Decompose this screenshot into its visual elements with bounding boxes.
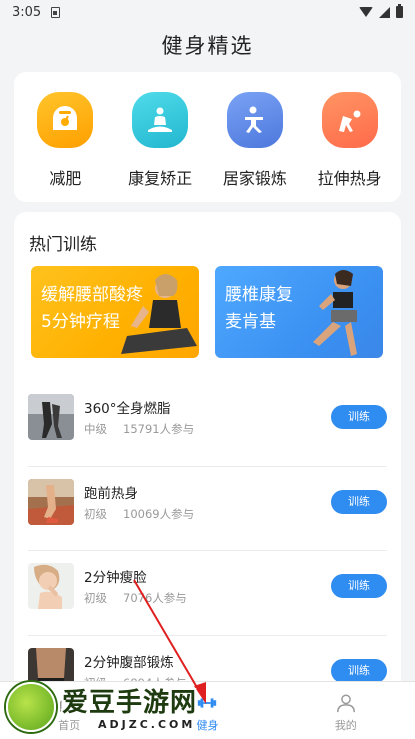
workout-thumbnail [28, 478, 74, 525]
home-icon [60, 693, 79, 712]
woman-lunge-image [313, 270, 357, 356]
scale-icon [37, 92, 94, 148]
tab-label: 首页 [58, 719, 81, 732]
category-label: 拉伸热身 [317, 169, 382, 188]
category-stretch[interactable]: 拉伸热身 [305, 92, 395, 202]
meditation-icon [132, 92, 189, 148]
item-level: 初级 [84, 591, 107, 605]
category-label: 居家锻炼 [222, 169, 287, 188]
train-button[interactable]: 训练 [331, 405, 387, 429]
banner-line1: 缓解腰部酸疼 [41, 285, 143, 305]
item-title: 跑前热身 [84, 485, 138, 502]
tab-label: 我的 [334, 719, 357, 732]
item-participants: 7076人参与 [123, 591, 187, 605]
tab-home[interactable]: 首页 [0, 682, 138, 739]
list-item[interactable]: 跑前热身 初级 10069人参与 训练 [28, 467, 387, 551]
banner-line2: 5分钟疗程 [41, 312, 120, 332]
banner-line2: 麦肯基 [225, 312, 276, 332]
status-time: 3:05 [12, 4, 42, 20]
category-label: 减肥 [49, 169, 82, 188]
item-title: 2分钟腹部锻炼 [84, 654, 174, 671]
bottom-tab-bar: 首页 健身 我的 [0, 681, 415, 739]
item-level: 中级 [84, 422, 107, 436]
item-title: 360°全身燃脂 [84, 401, 171, 417]
training-list: 360°全身燃脂 中级 15791人参与 训练 跑前热身 初级 10069人参与 训… [28, 382, 387, 692]
train-button[interactable]: 训练 [331, 658, 387, 683]
section-title: 热门训练 [29, 235, 97, 255]
workout-thumbnail [28, 394, 74, 440]
item-title: 2分钟瘦脸 [84, 570, 147, 586]
fitness-icon [198, 698, 217, 708]
item-participants: 15791人参与 [123, 422, 195, 436]
page-title: 健身精选 [161, 34, 254, 58]
tab-label: 健身 [196, 719, 219, 732]
banner-back-pain[interactable]: 缓解腰部酸疼 5分钟疗程 [31, 266, 199, 358]
workout-thumbnail [28, 563, 74, 609]
list-item[interactable]: 360°全身燃脂 中级 15791人参与 训练 [28, 382, 387, 467]
wifi-icon [359, 7, 373, 17]
tab-fitness[interactable]: 健身 [138, 682, 276, 739]
tab-profile[interactable]: 我的 [277, 682, 415, 739]
banner-lumbar[interactable]: 腰椎康复 麦肯基 [215, 266, 383, 358]
category-label: 康复矫正 [128, 169, 193, 188]
user-icon [336, 694, 355, 713]
banner-line1: 腰椎康复 [225, 285, 293, 305]
category-weight-loss[interactable]: 减肥 [20, 92, 110, 202]
train-button[interactable]: 训练 [331, 574, 387, 598]
item-level: 初级 [84, 506, 107, 521]
stretch-icon [321, 92, 378, 148]
train-button[interactable]: 训练 [331, 489, 387, 514]
hot-training-card: 热门训练 缓解腰部酸疼 5分钟疗程 腰椎康复 麦肯基 360°全身燃脂 中级 1… [14, 212, 401, 692]
category-rehab[interactable]: 康复矫正 [115, 92, 205, 202]
exercise-icon [226, 92, 283, 148]
sim-card-icon [51, 6, 61, 18]
list-item[interactable]: 2分钟瘦脸 初级 7076人参与 训练 [28, 551, 387, 636]
category-home-workout[interactable]: 居家锻炼 [210, 92, 300, 202]
signal-icon [379, 6, 390, 18]
status-bar: 3:05 [0, 0, 415, 24]
category-card: 减肥 康复矫正 居家锻炼 拉伸热身 [14, 72, 401, 202]
battery-icon [396, 4, 403, 18]
item-participants: 10069人参与 [123, 506, 195, 521]
